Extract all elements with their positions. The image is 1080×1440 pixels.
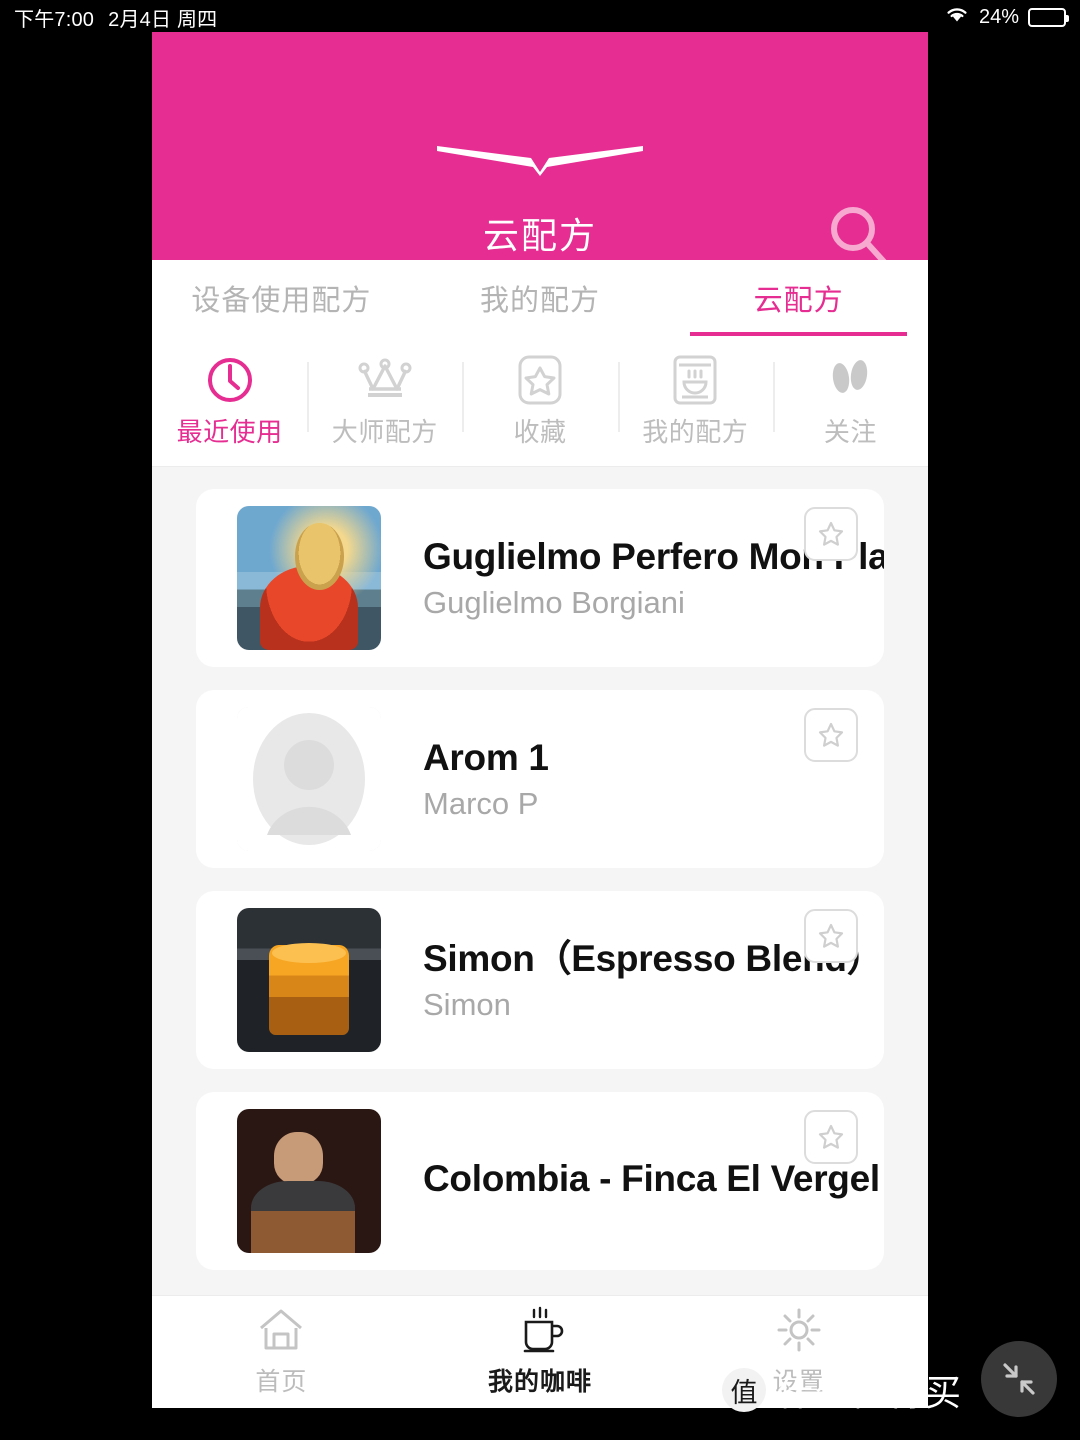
subtab-following[interactable]: 关注 [772,336,928,466]
recipe-card[interactable]: Colombia - Finca El Vergel - Java Natura… [196,1092,884,1270]
recipe-author: Marco P [423,785,539,821]
tab-label: 云配方 [753,285,844,317]
status-date: 2月4日 周四 [108,8,218,31]
collapse-arrows-icon[interactable] [981,1341,1057,1417]
subtab-label: 我的配方 [642,416,749,447]
tab-label: 我的配方 [480,285,601,317]
subtab-favorites[interactable]: 收藏 [462,336,617,466]
category-subtabs: 最近使用 大师配方 收藏 我的配方 关注 [152,336,928,467]
coffee-machine-icon [671,354,719,406]
recipe-card[interactable]: Simon（Espresso Blend） Simon [196,891,884,1069]
brand-wing-logo-icon [435,142,645,183]
coffee-cup-icon [514,1306,566,1354]
recipe-thumbnail [237,707,381,851]
recipe-author: Simon [423,986,511,1022]
status-bar: 下午7:00 2月4日 周四 24% [0,0,1080,34]
page-title: 云配方 [482,215,597,256]
status-time: 下午7:00 [14,8,95,31]
nav-label: 我的咖啡 [488,1368,593,1396]
main-tabs: 设备使用配方 我的配方 云配方 [152,260,928,336]
watermark-logo: 值 [721,1368,766,1412]
battery-icon [1028,7,1069,27]
favorite-star-button[interactable] [804,708,858,762]
subtab-label: 收藏 [513,416,567,447]
app-window: 云配方 设备使用配方 我的配方 云配方 最近使用 大师配方 收藏 我的配方 关注… [152,32,928,1408]
home-icon [257,1306,305,1354]
subtab-recent[interactable]: 最近使用 [152,336,307,466]
star-outline-icon [517,354,563,406]
subtab-master-recipes[interactable]: 大师配方 [307,336,462,466]
nav-item-my-coffee[interactable]: 我的咖啡 [411,1306,670,1398]
watermark: 值 什么值得买 [721,1364,962,1416]
tab-cloud-recipes[interactable]: 云配方 [669,260,928,336]
status-bar-right: 24% [944,4,1069,30]
subtab-label: 最近使用 [176,416,283,447]
recipe-card[interactable]: Arom 1 Marco P [196,690,884,868]
favorite-star-button[interactable] [804,507,858,561]
watermark-text: 什么值得买 [776,1372,962,1413]
recipe-thumbnail [237,908,381,1052]
tab-device-recipes[interactable]: 设备使用配方 [152,260,411,336]
favorite-star-button[interactable] [804,1110,858,1164]
status-bar-left: 下午7:00 2月4日 周四 [14,3,217,32]
wifi-icon [944,4,970,30]
tab-label: 设备使用配方 [191,285,372,317]
footprints-icon [826,354,874,406]
app-header: 云配方 [152,32,928,267]
favorite-star-button[interactable] [804,909,858,963]
recipe-thumbnail [237,1109,381,1253]
battery-percent-label: 24% [978,5,1019,28]
recipe-list[interactable]: Guglielmo Perfero Mon Plaisir Guglielmo … [152,467,928,1295]
clock-icon [205,354,255,406]
tab-my-recipes[interactable]: 我的配方 [411,260,670,336]
nav-label: 首页 [255,1368,308,1396]
gear-icon [775,1306,823,1354]
recipe-card[interactable]: Guglielmo Perfero Mon Plaisir Guglielmo … [196,489,884,667]
subtab-label: 关注 [823,416,877,447]
recipe-thumbnail [237,506,381,650]
subtab-label: 大师配方 [331,416,438,447]
nav-item-home[interactable]: 首页 [152,1306,411,1398]
crown-icon [357,354,413,406]
subtab-my-recipes[interactable]: 我的配方 [617,336,773,466]
recipe-author: Guglielmo Borgiani [423,584,685,620]
